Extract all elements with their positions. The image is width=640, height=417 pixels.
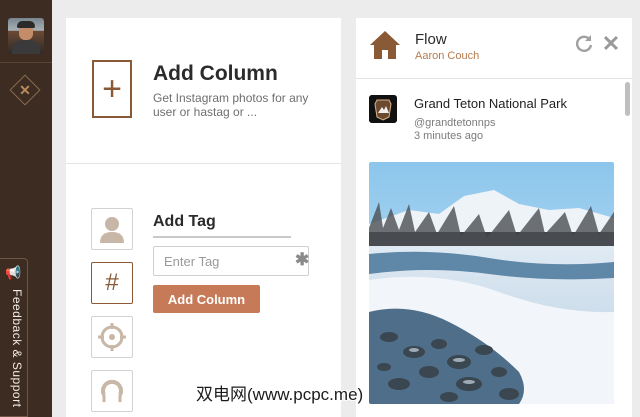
home-icon[interactable] (369, 30, 401, 60)
scrollbar[interactable] (625, 82, 630, 417)
user-option-button[interactable] (91, 208, 133, 250)
hashtag-option-button[interactable]: # (91, 262, 133, 304)
nps-logo-icon[interactable] (369, 95, 397, 123)
close-icon[interactable]: ✕ (600, 33, 622, 55)
add-column-subtitle: Get Instagram photos for any user or has… (153, 91, 309, 119)
add-column-title: Add Column (153, 62, 278, 85)
add-tag-title: Add Tag (153, 213, 216, 230)
post-author-name[interactable]: Grand Teton National Park (414, 96, 567, 111)
post-handle: @grandtetonnps (414, 117, 496, 129)
megaphone-icon: 📢 (5, 265, 22, 280)
location-option-button[interactable] (91, 316, 133, 358)
add-column-button[interactable]: Add Column (153, 285, 260, 313)
app-sidebar: ✕ 📢 Feedback & Support (0, 0, 52, 417)
add-column-icon: + (92, 60, 132, 118)
flow-panel: Flow Aaron Couch ✕ Grand Teton National … (356, 18, 632, 417)
avatar-shirt (12, 40, 40, 54)
popular-icon (101, 379, 123, 402)
avatar-cap (17, 21, 35, 28)
required-asterisk-icon: ✱ (295, 250, 310, 269)
feedback-tab[interactable]: 📢 Feedback & Support (0, 258, 28, 417)
hashtag-icon: # (105, 269, 119, 296)
add-column-panel: + Add Column Get Instagram photos for an… (66, 18, 341, 417)
add-tag-underline (153, 236, 291, 238)
watermark-text: 双电网(www.pcpc.me) (196, 385, 364, 404)
scroll-thumb[interactable] (625, 82, 630, 116)
flow-user[interactable]: Aaron Couch (415, 50, 479, 62)
tag-input[interactable] (153, 246, 309, 276)
post-timestamp: 3 minutes ago (414, 130, 484, 142)
close-diamond-button[interactable]: ✕ (9, 74, 41, 106)
avatar[interactable] (8, 18, 44, 54)
sidebar-divider (0, 62, 52, 63)
flow-title: Flow (415, 31, 447, 48)
refresh-icon[interactable] (574, 34, 594, 54)
location-icon (98, 323, 126, 351)
popular-option-button[interactable] (91, 370, 133, 412)
post-photo[interactable] (369, 162, 614, 404)
flow-divider (356, 78, 632, 79)
user-icon (100, 217, 124, 243)
feedback-label: Feedback & Support (10, 289, 24, 408)
close-diamond-icon: ✕ (19, 82, 31, 98)
panel-divider (66, 163, 341, 164)
